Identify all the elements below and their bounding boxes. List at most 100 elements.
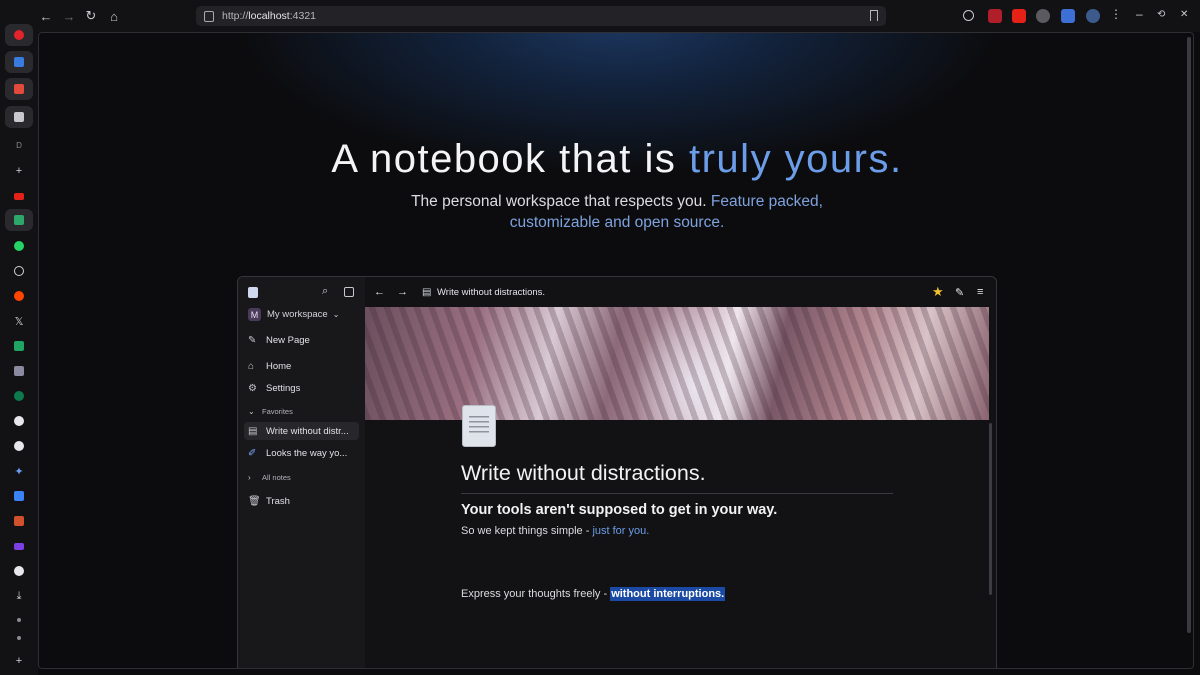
dot-icon bbox=[17, 636, 21, 640]
browser-sidebar: D + 𝕏 ✦ ⤓ + bbox=[0, 24, 38, 675]
paragraph-1-text: So we kept things simple - bbox=[461, 525, 593, 537]
workspace-switcher[interactable]: M My workspace ⌄ bbox=[248, 308, 339, 321]
hero-subtitle-accent-1: Feature packed, bbox=[710, 193, 823, 210]
sidebar-item-youtube[interactable] bbox=[5, 185, 33, 207]
sidebar-item-github-3[interactable] bbox=[5, 560, 33, 582]
sidebar-item-dot-2[interactable] bbox=[5, 627, 33, 649]
hero-subtitle-plain: The personal workspace that respects you… bbox=[411, 193, 711, 210]
title-divider bbox=[461, 493, 893, 494]
sidebar-item-app-8[interactable] bbox=[5, 209, 33, 231]
sidebar-item-app-20[interactable] bbox=[5, 510, 33, 532]
sidebar-add-button[interactable]: + bbox=[5, 160, 33, 182]
sidebar-item-speed[interactable] bbox=[5, 260, 33, 282]
document-heading[interactable]: Your tools aren't supposed to get in you… bbox=[461, 502, 777, 518]
sidebar-item-gemini[interactable]: ✦ bbox=[5, 460, 33, 482]
sidebar-item-app-21[interactable] bbox=[5, 535, 33, 557]
bitwarden-icon[interactable] bbox=[1061, 9, 1075, 23]
sidebar-item-d[interactable]: D bbox=[5, 134, 33, 156]
glasses-extension-icon[interactable] bbox=[1036, 9, 1050, 23]
star-icon[interactable]: ★ bbox=[932, 284, 944, 300]
home-icon[interactable]: ⌂ bbox=[102, 4, 126, 28]
sidebar-item-sheets[interactable] bbox=[5, 335, 33, 357]
sidebar-item-home[interactable]: ⌂ Home bbox=[248, 357, 291, 375]
youtube-icon bbox=[14, 192, 24, 200]
sidebar-item-trash[interactable]: 🗑 Trash bbox=[248, 492, 290, 510]
sidebar-add-bottom-button[interactable]: + bbox=[5, 650, 33, 672]
hamburger-menu-icon[interactable]: ≡ bbox=[977, 286, 983, 298]
sheets-icon bbox=[14, 341, 24, 351]
all-notes-label: All notes bbox=[262, 472, 291, 482]
extensions-icon[interactable] bbox=[963, 10, 974, 21]
sidebar-item-reddit[interactable] bbox=[5, 285, 33, 307]
profile-icon[interactable] bbox=[1086, 9, 1100, 23]
collapse-sidebar-icon[interactable] bbox=[344, 287, 354, 297]
header-page-title: Write without distractions. bbox=[437, 286, 546, 298]
url-scheme: http:// bbox=[222, 10, 249, 22]
youtube-extension-icon[interactable] bbox=[1012, 9, 1026, 23]
sidebar-item-app-4[interactable] bbox=[5, 106, 33, 128]
sidebar-item-settings[interactable]: ⚙ Settings bbox=[248, 379, 300, 397]
sparkle-icon: ✦ bbox=[14, 465, 24, 478]
home-icon: ⌂ bbox=[248, 360, 255, 372]
sidebar-item-app-15[interactable] bbox=[5, 385, 33, 407]
github-icon bbox=[14, 416, 24, 426]
page-info-icon[interactable] bbox=[204, 10, 214, 22]
editor-scrollbar[interactable] bbox=[989, 423, 992, 595]
app-sidebar: ⌕ M My workspace ⌄ ✎ New Page ⌂ Home ⚙ Sett… bbox=[238, 277, 365, 668]
sidebar-item-app-19[interactable] bbox=[5, 485, 33, 507]
github-icon bbox=[14, 566, 24, 576]
sidebar-item-app-2[interactable] bbox=[5, 51, 33, 73]
minimize-icon[interactable]: – bbox=[1136, 7, 1143, 21]
plus-icon: + bbox=[15, 655, 23, 667]
page-icon: ▤ bbox=[422, 286, 432, 298]
favorites-section-toggle[interactable]: ⌄ Favorites bbox=[248, 402, 293, 420]
menu-icon[interactable]: ⋮ bbox=[1110, 7, 1122, 21]
sidebar-item-app-14[interactable] bbox=[5, 360, 33, 382]
rocket-icon bbox=[14, 57, 24, 67]
reload-icon[interactable]: ↻ bbox=[79, 4, 103, 28]
document-paragraph-1[interactable]: So we kept things simple - just for you. bbox=[461, 525, 649, 537]
paragraph-1-link[interactable]: just for you. bbox=[592, 525, 649, 537]
favorite-item-1[interactable]: ▤ Write without distr... bbox=[244, 422, 359, 440]
workspace-badge: M bbox=[248, 308, 261, 321]
download-icon: ⤓ bbox=[16, 589, 22, 602]
document-icon[interactable] bbox=[462, 405, 496, 447]
new-page-button[interactable]: ✎ New Page bbox=[248, 331, 310, 349]
back-icon[interactable]: ← bbox=[374, 286, 385, 298]
sidebar-item-github-1[interactable] bbox=[5, 410, 33, 432]
hero-title: A notebook that is truly yours. bbox=[39, 137, 1193, 182]
favorite-item-1-label: Write without distr... bbox=[266, 425, 349, 437]
url-host: localhost bbox=[248, 10, 290, 22]
selected-text[interactable]: without interruptions. bbox=[610, 587, 726, 601]
sidebar-item-opera[interactable] bbox=[5, 24, 33, 46]
document-title[interactable]: Write without distractions. bbox=[461, 461, 706, 486]
chevron-down-icon: ⌄ bbox=[332, 310, 340, 319]
home-label: Home bbox=[266, 360, 292, 372]
all-notes-section-toggle[interactable]: › All notes bbox=[248, 468, 291, 486]
page-viewport: A notebook that is truly yours. The pers… bbox=[38, 32, 1194, 669]
pencil-icon[interactable]: ✎ bbox=[955, 286, 964, 299]
sidebar-item-whatsapp[interactable] bbox=[5, 235, 33, 257]
app-preview: ⌕ M My workspace ⌄ ✎ New Page ⌂ Home ⚙ Sett… bbox=[237, 276, 997, 668]
address-bar[interactable]: http://localhost:4321 bbox=[196, 6, 886, 26]
forward-icon[interactable]: → bbox=[57, 4, 81, 28]
sidebar-item-github-2[interactable] bbox=[5, 435, 33, 457]
sidebar-item-calendar[interactable] bbox=[5, 78, 33, 100]
sidebar-item-downloads[interactable]: ⤓ bbox=[5, 585, 33, 607]
chevron-right-icon: › bbox=[248, 472, 251, 482]
back-icon[interactable]: ← bbox=[34, 4, 58, 28]
bookmark-icon[interactable] bbox=[870, 10, 878, 21]
restore-icon[interactable]: ⟲ bbox=[1157, 9, 1165, 20]
page-scrollbar[interactable] bbox=[1187, 37, 1191, 633]
document-paragraph-2[interactable]: Express your thoughts freely - without i… bbox=[461, 587, 726, 601]
square-app-icon bbox=[14, 366, 24, 376]
ublock-icon[interactable] bbox=[988, 9, 1002, 23]
favorite-item-2-label: Looks the way yo... bbox=[266, 447, 348, 459]
forward-icon[interactable]: → bbox=[397, 286, 408, 298]
close-icon[interactable]: ✕ bbox=[1180, 9, 1188, 20]
favorite-item-2[interactable]: ✐ Looks the way yo... bbox=[248, 444, 347, 462]
search-icon[interactable]: ⌕ bbox=[322, 285, 328, 298]
url-port: :4321 bbox=[289, 10, 316, 22]
sidebar-item-x[interactable]: 𝕏 bbox=[5, 310, 33, 332]
hero-title-plain: A notebook that is bbox=[331, 137, 689, 181]
